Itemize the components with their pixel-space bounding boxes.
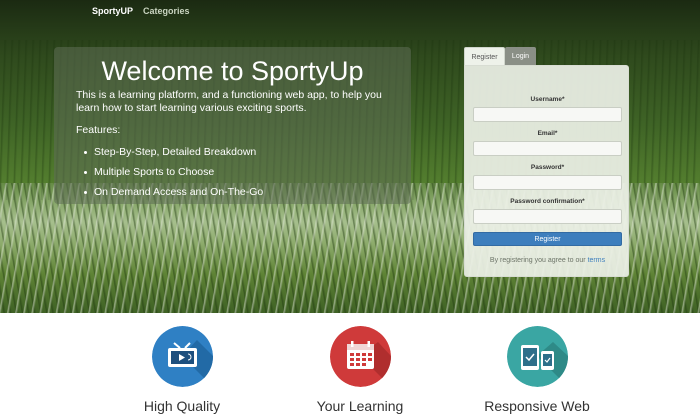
feature-item-text: On Demand Access and On-The-Go bbox=[94, 186, 264, 198]
calendar-icon bbox=[330, 326, 391, 387]
feature-item: Multiple Sports to Choose bbox=[84, 162, 263, 182]
feature-title: Responsive Web bbox=[484, 398, 590, 414]
password-label: Password* bbox=[530, 164, 565, 171]
welcome-heading: Welcome to SportyUp bbox=[101, 56, 364, 86]
username-label: Username* bbox=[530, 96, 565, 103]
password-confirm-label: Password confirmation* bbox=[510, 198, 585, 205]
welcome-panel: Welcome to SportyUp This is a learning p… bbox=[54, 47, 411, 204]
register-button[interactable]: Register bbox=[473, 232, 622, 246]
feature-item: Step-By-Step, Detailed Breakdown bbox=[84, 142, 263, 162]
register-form: Username* Email* Password* Password conf… bbox=[464, 65, 629, 277]
terms-text: By registering you agree to our terms bbox=[465, 257, 630, 264]
username-field[interactable] bbox=[473, 107, 622, 122]
feature-item-text: Step-By-Step, Detailed Breakdown bbox=[94, 146, 257, 158]
terms-prefix: By registering you agree to our bbox=[489, 257, 586, 264]
nav-categories-link[interactable]: Categories bbox=[143, 6, 190, 16]
password-confirm-field[interactable] bbox=[473, 209, 622, 224]
terms-link[interactable]: terms bbox=[588, 257, 606, 264]
features-list: Step-By-Step, Detailed Breakdown Multipl… bbox=[84, 142, 263, 202]
feature-title: High Quality bbox=[143, 398, 221, 414]
bullet-icon bbox=[84, 150, 87, 154]
feature-title: Your Learning bbox=[316, 398, 404, 414]
tv-icon bbox=[152, 326, 213, 387]
bullet-icon bbox=[84, 170, 87, 174]
devices-icon bbox=[507, 326, 568, 387]
feature-item: On Demand Access and On-The-Go bbox=[84, 182, 263, 202]
tab-register[interactable]: Register bbox=[464, 47, 505, 66]
tab-login[interactable]: Login bbox=[505, 47, 536, 66]
feature-item-text: Multiple Sports to Choose bbox=[94, 166, 215, 178]
brand-link[interactable]: SportyUP bbox=[92, 6, 133, 16]
welcome-intro: This is a learning platform, and a funct… bbox=[76, 89, 382, 114]
email-label: Email* bbox=[537, 130, 558, 137]
bullet-icon bbox=[84, 190, 87, 194]
password-field[interactable] bbox=[473, 175, 622, 190]
navbar: SportyUP Categories bbox=[0, 0, 700, 24]
features-title: Features: bbox=[76, 124, 121, 136]
email-field[interactable] bbox=[473, 141, 622, 156]
